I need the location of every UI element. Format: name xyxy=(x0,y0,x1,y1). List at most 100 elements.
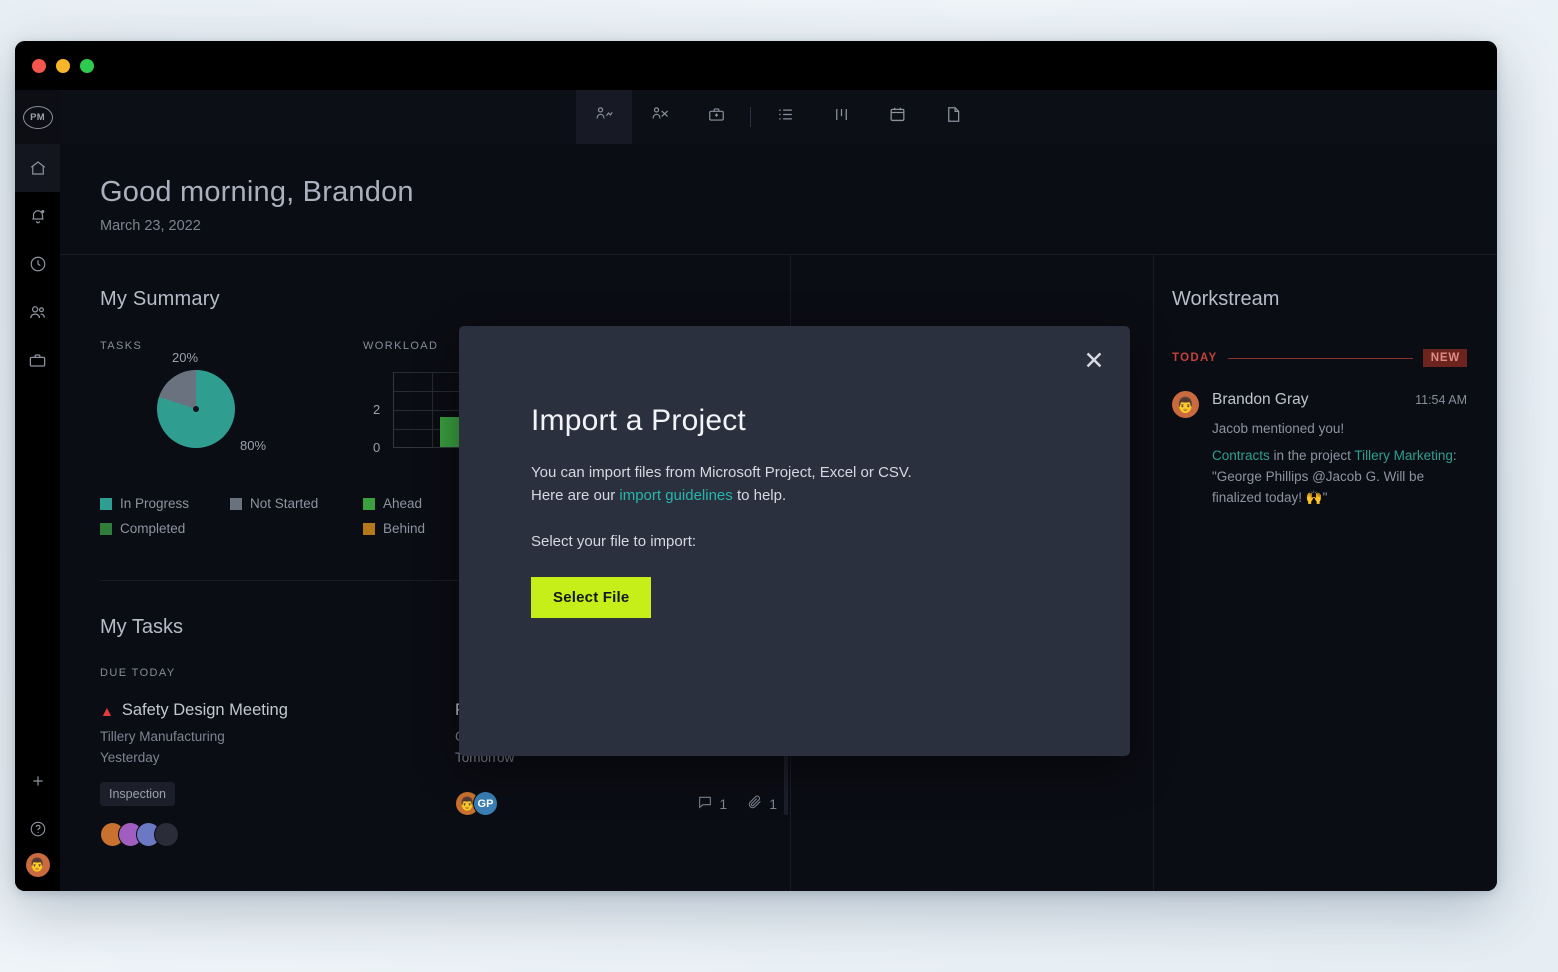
pie-label-not-started: 20% xyxy=(172,350,199,365)
close-window-button[interactable] xyxy=(32,58,46,73)
select-file-button[interactable]: Select File xyxy=(531,576,652,618)
task-due: Yesterday xyxy=(100,750,160,765)
sidebar-item-home[interactable] xyxy=(15,144,60,192)
task-tag[interactable]: Inspection xyxy=(100,782,175,806)
tab-team[interactable] xyxy=(632,90,688,144)
workstream-title: Workstream xyxy=(1172,288,1280,310)
task-card[interactable]: ▲ Safety Design Meeting Tillery Manufact… xyxy=(100,679,455,847)
bell-icon xyxy=(29,207,47,225)
warning-icon: ▲ xyxy=(100,702,114,719)
legend-swatch xyxy=(363,522,375,535)
avatar-initials[interactable]: GP xyxy=(473,791,498,816)
plus-icon xyxy=(30,773,46,789)
clock-icon xyxy=(29,255,47,273)
task-meta: 1 1 xyxy=(697,794,777,813)
avatar[interactable] xyxy=(154,822,179,847)
legend-label: In Progress xyxy=(120,496,190,511)
paperclip-icon xyxy=(747,794,763,813)
page-root: PM 👨 Good morning, Brandon March 23, 202… xyxy=(0,0,1558,972)
modal-desc-line1: You can import files from Microsoft Proj… xyxy=(531,464,912,481)
workstream-author: Brandon Gray xyxy=(1212,391,1309,408)
tasks-pie-chart: 20% 80% xyxy=(100,350,350,478)
legend-item: In Progress xyxy=(100,496,220,511)
sidebar-item-projects[interactable] xyxy=(15,336,60,384)
modal-description: You can import files from Microsoft Proj… xyxy=(531,462,1130,507)
close-modal-button[interactable]: ✕ xyxy=(1079,346,1109,376)
list-icon xyxy=(776,105,795,129)
workstream-mid-text: in the project xyxy=(1269,447,1355,463)
tasks-legend: In Progress Not Started Completed xyxy=(100,496,350,536)
import-project-modal: ✕ Import a Project You can import files … xyxy=(459,326,1130,756)
page-title: Good morning, Brandon xyxy=(100,176,414,208)
import-guidelines-link[interactable]: import guidelines xyxy=(619,487,732,504)
sidebar-item-add[interactable] xyxy=(15,757,60,805)
legend-swatch xyxy=(100,497,112,510)
tab-list-view[interactable] xyxy=(757,90,813,144)
task-comments[interactable]: 1 xyxy=(697,794,727,813)
sidebar-item-time[interactable] xyxy=(15,240,60,288)
task-attachments[interactable]: 1 xyxy=(747,794,777,813)
workstream-detail-line: Contracts in the project Tillery Marketi… xyxy=(1212,446,1467,509)
columns-icon xyxy=(832,105,851,129)
workstream-time: 11:54 AM xyxy=(1415,393,1467,407)
task-avatars: 👨 GP xyxy=(455,791,498,816)
sidebar-item-notifications[interactable] xyxy=(15,192,60,240)
legend-label: Ahead xyxy=(383,496,423,511)
maximize-window-button[interactable] xyxy=(80,58,94,73)
workstream-today-divider: TODAY NEW xyxy=(1172,349,1497,367)
toolbar-divider xyxy=(750,107,751,127)
legend-label: Behind xyxy=(383,521,426,536)
task-title-row: ▲ Safety Design Meeting xyxy=(100,701,455,720)
sidebar: PM 👨 xyxy=(15,90,60,891)
document-icon xyxy=(944,105,963,129)
pie-label-in-progress: 80% xyxy=(240,438,267,453)
workstream-entry-header: Brandon Gray 11:54 AM xyxy=(1212,391,1467,409)
workstream-message: Jacob mentioned you! Contracts in the pr… xyxy=(1212,419,1467,509)
legend-label: Not Started xyxy=(250,496,319,511)
my-summary-title: My Summary xyxy=(100,288,220,310)
task-project: Tillery Manufacturing xyxy=(100,729,225,744)
sidebar-item-people[interactable] xyxy=(15,288,60,336)
avatar[interactable]: 👨 xyxy=(1172,391,1199,418)
tab-calendar-view[interactable] xyxy=(869,90,925,144)
legend-swatch xyxy=(230,497,242,510)
legend-item: Not Started xyxy=(230,496,350,511)
user-avatar[interactable]: 👨 xyxy=(25,853,50,877)
modal-desc-line2b: to help. xyxy=(732,486,787,504)
divider-line xyxy=(1227,357,1413,359)
sidebar-item-help[interactable] xyxy=(15,805,60,853)
briefcase-plus-icon xyxy=(707,105,726,129)
window-titlebar xyxy=(15,41,1497,90)
modal-title: Import a Project xyxy=(531,404,746,437)
tab-board-view[interactable] xyxy=(813,90,869,144)
person-chart-icon xyxy=(595,105,614,129)
page-date: March 23, 2022 xyxy=(100,218,201,234)
top-toolbar xyxy=(60,90,1497,144)
workstream-panel: Workstream TODAY NEW 👨 Brandon Gray 11:5… xyxy=(1154,255,1497,891)
comment-icon xyxy=(697,794,713,813)
attachment-count: 1 xyxy=(769,795,777,812)
pie-center-dot xyxy=(193,406,199,412)
page-header: Good morning, Brandon March 23, 2022 xyxy=(60,144,1497,254)
legend-swatch xyxy=(363,497,375,510)
tab-new-project[interactable] xyxy=(688,90,744,144)
workstream-link-project[interactable]: Tillery Marketing xyxy=(1354,448,1453,463)
workstream-entry[interactable]: 👨 Brandon Gray 11:54 AM Jacob mentioned … xyxy=(1172,391,1497,509)
tab-my-work[interactable] xyxy=(576,90,632,144)
app-logo[interactable]: PM xyxy=(15,90,60,144)
app-body: PM 👨 Good morning, Brandon March 23, 202… xyxy=(15,90,1497,891)
tab-document-view[interactable] xyxy=(925,90,981,144)
minimize-window-button[interactable] xyxy=(56,58,70,73)
workstream-entry-body: Brandon Gray 11:54 AM Jacob mentioned yo… xyxy=(1212,391,1467,509)
workstream-link-contracts[interactable]: Contracts xyxy=(1212,448,1270,463)
modal-desc-line2a: Here are our xyxy=(531,486,620,504)
tasks-chart-label: TASKS xyxy=(100,340,143,352)
workstream-section-label: TODAY xyxy=(1172,352,1218,364)
new-badge: NEW xyxy=(1422,349,1467,367)
tasks-chart-block: TASKS 20% 80% In Progress Not Started Co… xyxy=(100,340,363,536)
home-icon xyxy=(29,159,47,177)
modal-select-prompt: Select your file to import: xyxy=(531,533,697,550)
app-window: PM 👨 Good morning, Brandon March 23, 202… xyxy=(15,41,1497,891)
task-avatars xyxy=(100,822,455,847)
app-logo-text: PM xyxy=(22,105,53,129)
